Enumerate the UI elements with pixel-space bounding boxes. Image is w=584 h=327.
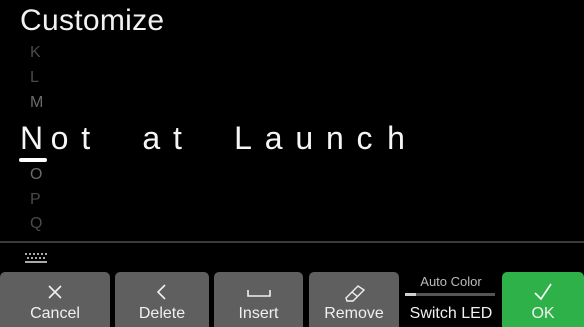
- checkmark-icon: [532, 279, 554, 305]
- name-char[interactable]: n: [326, 118, 357, 158]
- cancel-label: Cancel: [30, 305, 80, 322]
- keyboard-icon[interactable]: [25, 253, 47, 263]
- space-bracket-icon: [245, 279, 273, 305]
- x-icon: [46, 279, 64, 305]
- picker-letter-below[interactable]: Q: [30, 215, 42, 233]
- ok-button[interactable]: OK: [502, 272, 584, 327]
- switch-led-slider[interactable]: [405, 293, 495, 296]
- picker-letter-above[interactable]: L: [30, 69, 39, 87]
- page-title: Customize: [20, 4, 165, 37]
- delete-label: Delete: [138, 305, 186, 322]
- name-char[interactable]: u: [295, 118, 326, 158]
- picker-letter-above[interactable]: K: [30, 44, 41, 62]
- name-char[interactable]: [112, 118, 143, 158]
- picker-letter-above[interactable]: M: [30, 94, 43, 112]
- name-char[interactable]: t: [81, 118, 112, 158]
- switch-led-selector[interactable]: Auto Color Switch LED: [405, 272, 497, 327]
- name-char[interactable]: c: [357, 118, 388, 158]
- delete-button[interactable]: Delete: [115, 272, 209, 327]
- remove-label: Remove: [324, 305, 384, 322]
- ok-label: OK: [531, 305, 555, 322]
- picker-letter-below[interactable]: P: [30, 191, 41, 209]
- chevron-left-icon: [153, 279, 171, 305]
- insert-button[interactable]: Insert: [214, 272, 303, 327]
- remove-button[interactable]: Remove: [309, 272, 399, 327]
- name-char[interactable]: a: [265, 118, 296, 158]
- name-char[interactable]: h: [387, 118, 418, 158]
- name-char[interactable]: o: [51, 118, 82, 158]
- name-char[interactable]: L: [234, 118, 265, 158]
- cancel-button[interactable]: Cancel: [0, 272, 110, 327]
- switch-led-value: Auto Color: [420, 274, 482, 289]
- picker-letter-below[interactable]: O: [30, 166, 42, 184]
- insert-label: Insert: [238, 305, 279, 322]
- name-char[interactable]: [204, 118, 235, 158]
- text-cursor: [19, 158, 47, 162]
- divider: [0, 241, 584, 243]
- name-char[interactable]: t: [173, 118, 204, 158]
- name-editor[interactable]: N o t a t L a u n c h: [20, 118, 418, 158]
- switch-led-slider-fill: [405, 293, 416, 296]
- switch-led-label: Switch LED: [409, 305, 493, 322]
- name-char[interactable]: a: [142, 118, 173, 158]
- eraser-icon: [340, 279, 368, 305]
- name-char[interactable]: N: [20, 118, 51, 158]
